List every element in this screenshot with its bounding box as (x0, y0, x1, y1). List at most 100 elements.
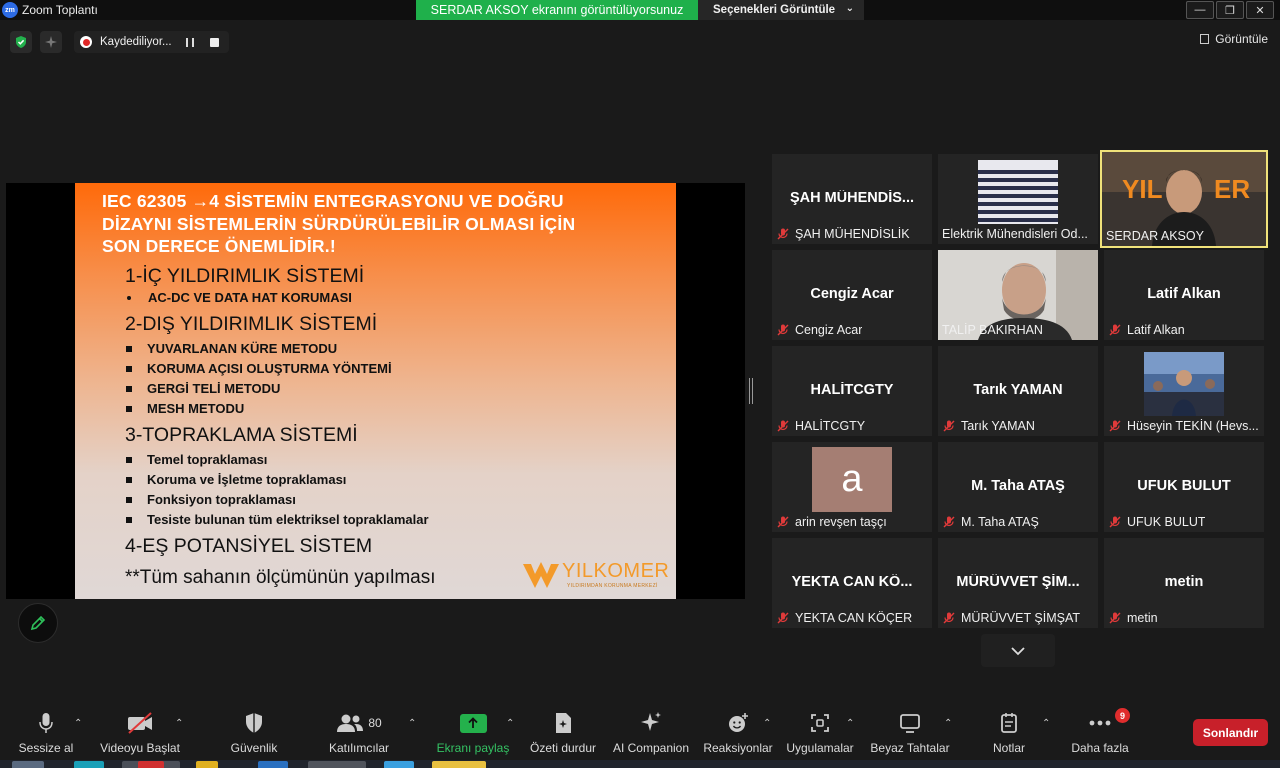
participants-count: 80 (368, 716, 382, 730)
ai-sparkle-icon[interactable] (40, 31, 62, 53)
shared-screen[interactable]: IEC 62305 →4 SİSTEMİN ENTEGRASYONU VE DO… (6, 183, 745, 599)
muted-mic-icon (943, 612, 955, 624)
encryption-shield-icon[interactable] (10, 31, 32, 53)
participant-tile[interactable]: UFUK BULUT UFUK BULUT (1104, 442, 1264, 532)
panel-resize-handle[interactable] (749, 378, 753, 404)
share-screen-icon (459, 713, 487, 733)
participant-tile[interactable]: MÜRÜVVET ŞİM... MÜRÜVVET ŞİMŞAT (938, 538, 1098, 628)
participant-display-name: M. Taha ATAŞ (971, 478, 1065, 494)
participant-tile[interactable]: Tarık YAMAN Tarık YAMAN (938, 346, 1098, 436)
microphone-icon (39, 713, 53, 733)
annotate-button[interactable] (18, 603, 58, 643)
muted-mic-icon (777, 324, 789, 336)
minimize-button[interactable]: — (1186, 1, 1214, 19)
whiteboards-options-caret[interactable]: ⌃ (944, 718, 952, 729)
slide-bullet: MESH METODU (126, 401, 244, 416)
share-screen-button[interactable]: Ekranı paylaş (436, 710, 510, 755)
start-video-button[interactable]: Videoyu Başlat (98, 710, 182, 755)
restore-button[interactable]: ❐ (1216, 1, 1244, 19)
participant-display-name: Tarık YAMAN (973, 382, 1063, 398)
participant-display-name: metin (1164, 574, 1204, 590)
participant-tile[interactable]: a arin revşen taşçı (772, 442, 932, 532)
apps-icon (811, 714, 829, 732)
stop-recording-icon[interactable] (209, 37, 219, 47)
participant-label: HALİTCGTY (776, 419, 865, 433)
participant-tile-active-speaker[interactable]: YIL ER SERDAR AKSOY (1100, 150, 1268, 248)
taskbar-app-icon[interactable] (432, 761, 486, 768)
sparkle-icon (641, 712, 661, 731)
muted-mic-icon (777, 228, 789, 240)
summary-doc-icon (556, 713, 571, 733)
video-options-caret[interactable]: ⌃ (175, 718, 183, 729)
participants-button[interactable]: 80 Katılımcılar (322, 710, 396, 755)
view-button[interactable]: Görüntüle (1200, 32, 1268, 46)
participant-tile[interactable]: TALİP BAKIRHAN (938, 250, 1098, 340)
participant-tile[interactable]: Elektrik Mühendisleri Od... (938, 154, 1098, 244)
gallery-scroll-down-button[interactable] (981, 634, 1055, 667)
slide-bullet: Tesiste bulunan tüm elektriksel toprakla… (126, 512, 429, 527)
security-button[interactable]: Güvenlik (224, 710, 284, 755)
slide-section-title: 4-EŞ POTANSİYEL SİSTEM (125, 535, 373, 557)
video-off-icon (128, 712, 152, 734)
participant-avatar-image (1144, 352, 1224, 416)
participant-tile[interactable]: Latif Alkan Latif Alkan (1104, 250, 1264, 340)
audio-options-caret[interactable]: ⌃ (74, 718, 82, 729)
taskbar-app-icon[interactable] (12, 761, 44, 768)
close-button[interactable]: ✕ (1246, 1, 1274, 19)
taskbar-app-icon[interactable] (74, 761, 104, 768)
apps-button[interactable]: Uygulamalar (785, 710, 855, 755)
taskbar-app-icon[interactable] (138, 761, 164, 768)
participant-label: YEKTA CAN KÖÇER (776, 611, 912, 625)
participant-display-name: Latif Alkan (1147, 286, 1221, 302)
participant-display-name: ŞAH MÜHENDİS... (789, 190, 915, 206)
recording-indicator: Kaydediliyor... (74, 31, 229, 53)
stop-summary-button[interactable]: Özeti durdur (527, 710, 599, 755)
slide-section-title: 3-TOPRAKLAMA SİSTEMİ (125, 424, 358, 446)
slide-section-title: 1-İÇ YILDIRIMLIK SİSTEMİ (125, 265, 365, 287)
reactions-options-caret[interactable]: ⌃ (763, 718, 771, 729)
participant-tile[interactable]: Hüseyin TEKİN (Hevs... (1104, 346, 1264, 436)
participant-label: Hüseyin TEKİN (Hevs... (1108, 419, 1259, 433)
apps-options-caret[interactable]: ⌃ (846, 718, 854, 729)
slide-bullet: AC-DC VE DATA HAT KORUMASI (126, 290, 352, 305)
participants-options-caret[interactable]: ⌃ (408, 718, 416, 729)
participant-avatar-image (978, 160, 1058, 224)
participant-display-name: Cengiz Acar (810, 286, 894, 302)
taskbar-app-icon[interactable] (196, 761, 218, 768)
chevron-down-icon (1011, 646, 1025, 655)
zoom-app-icon: zm (2, 2, 18, 18)
view-options-dropdown[interactable]: Seçenekleri Görüntüle ⌄ (698, 0, 864, 20)
participant-tile[interactable]: ŞAH MÜHENDİS... ŞAH MÜHENDİSLİK (772, 154, 932, 244)
end-meeting-button[interactable]: Sonlandır (1193, 719, 1268, 746)
participant-tile[interactable]: Cengiz Acar Cengiz Acar (772, 250, 932, 340)
participant-label: SERDAR AKSOY (1106, 229, 1204, 243)
taskbar-app-icon[interactable] (308, 761, 366, 768)
participant-tile[interactable]: M. Taha ATAŞ M. Taha ATAŞ (938, 442, 1098, 532)
taskbar-app-icon[interactable] (258, 761, 288, 768)
ai-companion-button[interactable]: AI Companion (611, 710, 691, 755)
participant-label: Latif Alkan (1108, 323, 1185, 337)
participants-icon (337, 714, 364, 732)
notes-options-caret[interactable]: ⌃ (1042, 718, 1050, 729)
slide-bullet: GERGİ TELİ METODU (126, 381, 280, 396)
participant-label: Elektrik Mühendisleri Od... (942, 227, 1088, 241)
mute-button[interactable]: Sessize al (16, 710, 76, 755)
participant-label: Cengiz Acar (776, 323, 862, 337)
notes-button[interactable]: Notlar (986, 710, 1032, 755)
yilkomer-logo: YILKOMER YILDIRIMDAN KORUNMA MERKEZİ (521, 558, 669, 592)
more-button[interactable]: 9 Daha fazla (1068, 708, 1132, 755)
slide-bullet: KORUMA AÇISI OLUŞTURMA YÖNTEMİ (126, 361, 392, 376)
participant-tile[interactable]: metin metin (1104, 538, 1264, 628)
reactions-button[interactable]: Reaksiyonlar (702, 710, 774, 755)
slide-footer: **Tüm sahanın ölçümünün yapılması (125, 567, 436, 588)
taskbar-app-icon[interactable] (384, 761, 414, 768)
pause-recording-icon[interactable] (185, 37, 194, 47)
share-options-caret[interactable]: ⌃ (506, 718, 514, 729)
participant-label: ŞAH MÜHENDİSLİK (776, 227, 910, 241)
whiteboards-button[interactable]: Beyaz Tahtalar (868, 710, 952, 755)
participant-tile[interactable]: HALİTCGTY HALİTCGTY (772, 346, 932, 436)
svg-text:YIL: YIL (1122, 174, 1163, 204)
slide-bullet: Fonksiyon topraklaması (126, 492, 296, 507)
participant-tile[interactable]: YEKTA CAN KÖ... YEKTA CAN KÖÇER (772, 538, 932, 628)
participant-avatar-letter: a (812, 447, 892, 512)
